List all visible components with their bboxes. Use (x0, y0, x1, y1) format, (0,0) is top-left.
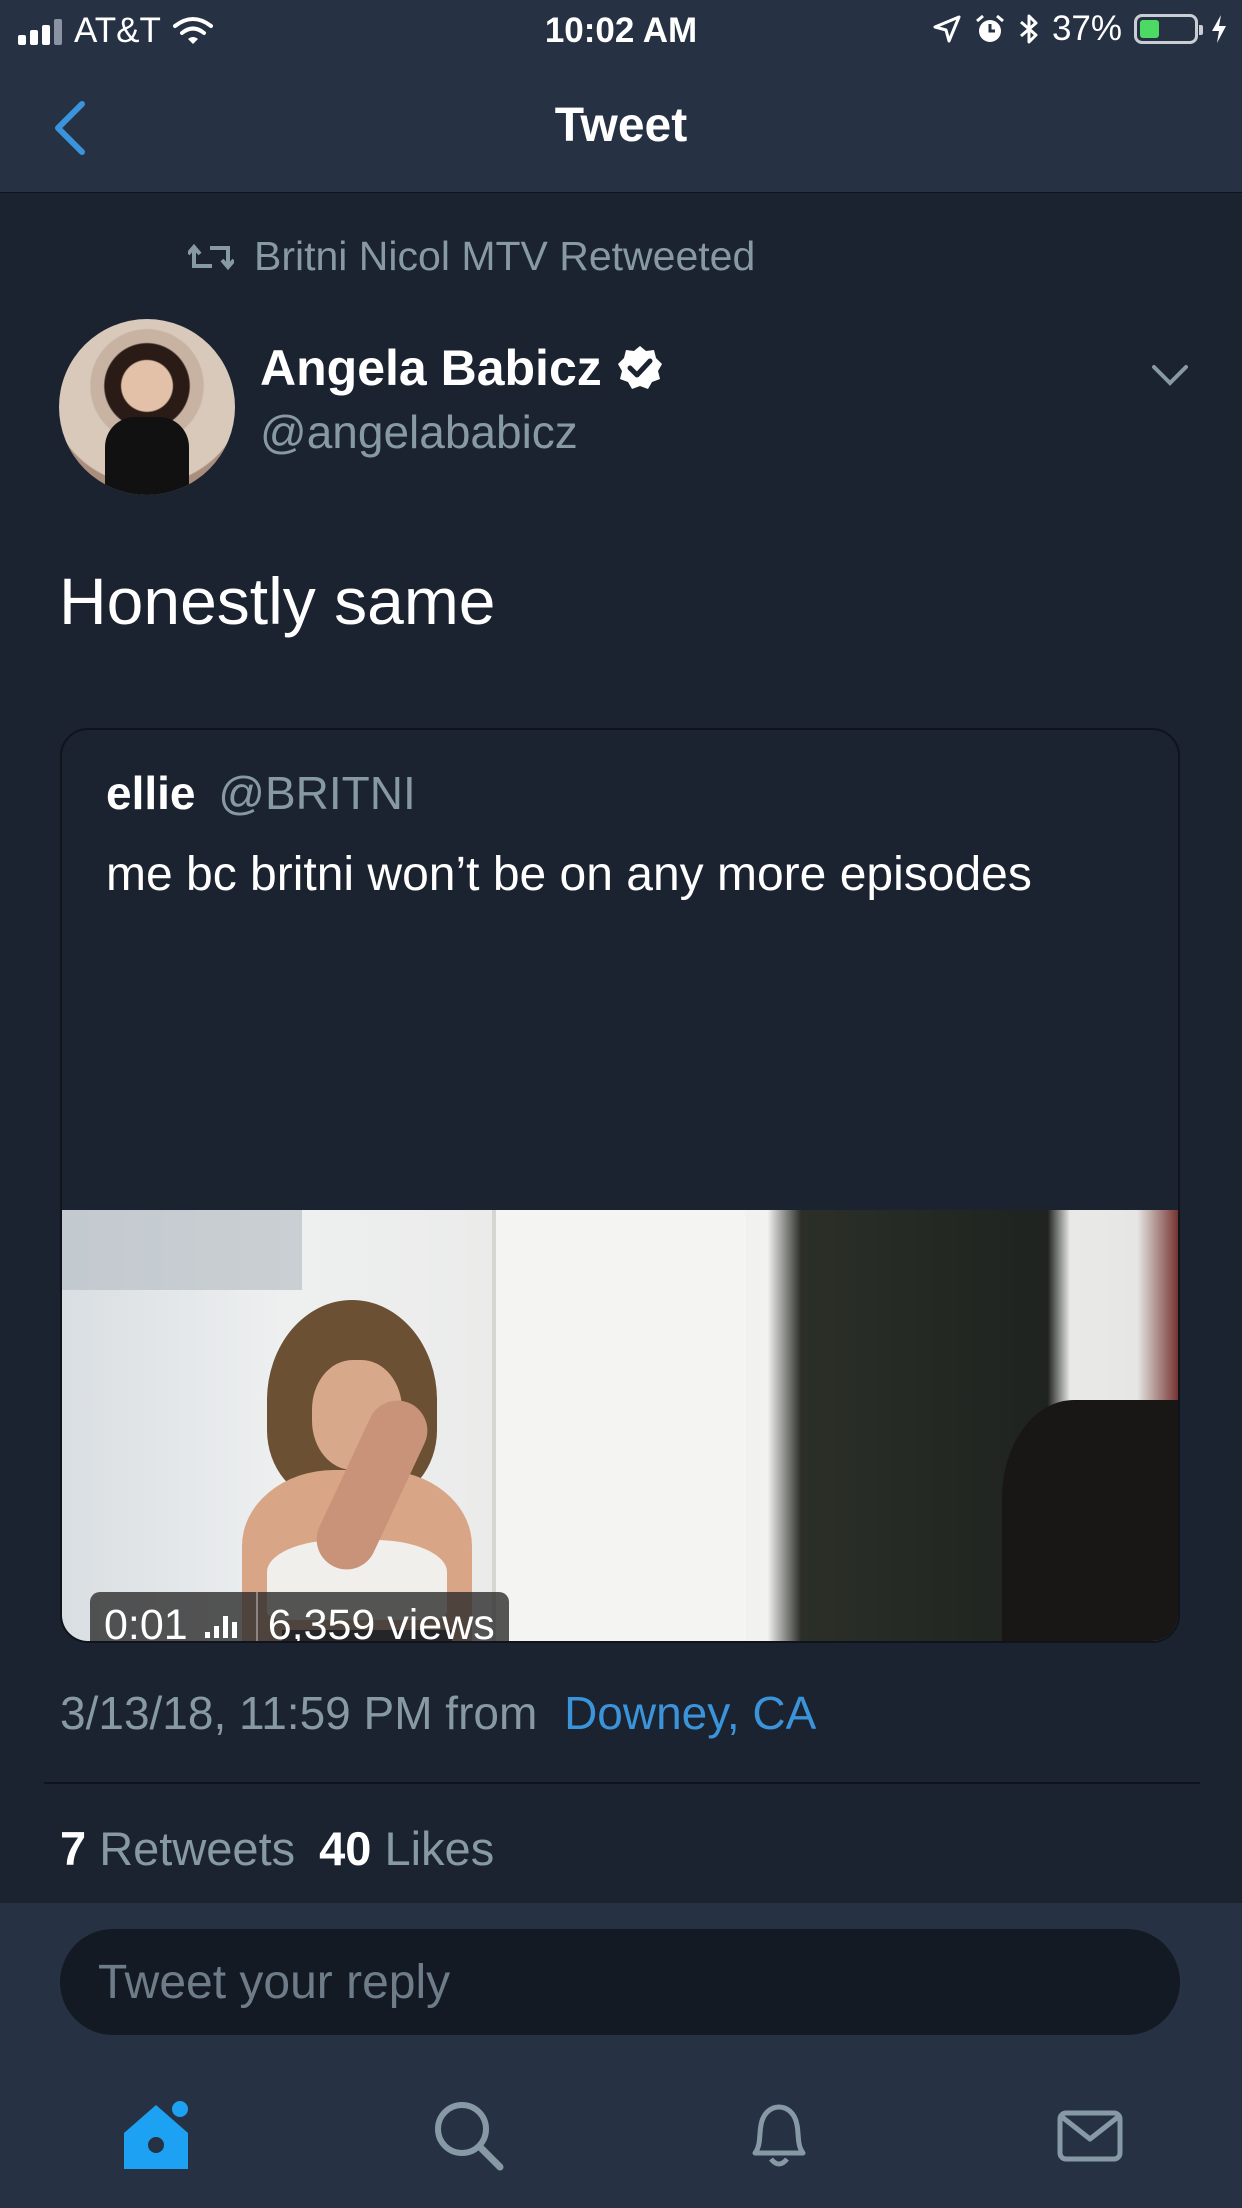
location-icon (933, 15, 961, 43)
retweets-stat[interactable]: 7 Retweets (60, 1822, 295, 1875)
tweet-text: Honestly same (59, 564, 496, 638)
video-info-badge: 0:01 6,359 views (90, 1592, 509, 1643)
retweet-icon (188, 243, 234, 270)
likes-label: Likes (384, 1822, 495, 1875)
video-views: 6,359 views (267, 1600, 495, 1643)
messages-icon (1057, 2110, 1123, 2162)
author-name-label: Angela Babicz (260, 340, 602, 396)
video-player[interactable]: 0:01 6,359 views (62, 1210, 1178, 1643)
tab-search[interactable] (428, 2095, 508, 2175)
verified-icon (617, 346, 662, 389)
search-icon (435, 2102, 504, 2171)
quoted-author-name: ellie (106, 767, 196, 819)
retweets-count: 7 (60, 1822, 87, 1875)
status-bar-right: 37% (932, 9, 1228, 49)
reply-input[interactable] (60, 1929, 1180, 2035)
views-bars-icon (204, 1616, 237, 1638)
video-duration: 0:01 (104, 1600, 188, 1643)
tab-notifications[interactable] (739, 2095, 819, 2175)
battery-level (1140, 20, 1160, 38)
from-label: from (445, 1687, 538, 1739)
quoted-tweet[interactable]: ellie @BRITNI me bc britni won’t be on a… (60, 728, 1180, 1643)
location-link[interactable]: Downey, CA (564, 1687, 816, 1739)
nav-bar: Tweet (0, 62, 1242, 193)
chevron-down-icon[interactable] (1150, 361, 1190, 389)
video-frame-second-person (1002, 1400, 1178, 1641)
likes-count: 40 (319, 1822, 372, 1875)
retweets-label: Retweets (99, 1822, 296, 1875)
retweeted-by-label: Britni Nicol MTV Retweeted (254, 233, 756, 279)
quoted-author: ellie @BRITNI (106, 766, 416, 820)
alarm-icon (975, 14, 1004, 42)
quoted-tweet-text: me bc britni won’t be on any more episod… (106, 848, 1032, 901)
author-handle[interactable]: @angelababicz (260, 405, 578, 459)
quoted-author-handle: @BRITNI (218, 767, 416, 819)
likes-stat[interactable]: 40 Likes (319, 1822, 494, 1875)
divider (44, 1782, 1200, 1784)
tweet-timestamp: 3/13/18, 11:59 PM from Downey, CA (60, 1686, 816, 1740)
notifications-icon (752, 2104, 806, 2167)
tab-messages[interactable] (1050, 2095, 1130, 2175)
avatar[interactable] (59, 319, 235, 495)
charging-icon (1212, 15, 1226, 43)
reply-area (0, 1903, 1242, 2035)
status-bar: AT&T 10:02 AM 37% (0, 0, 1242, 62)
home-icon (124, 2101, 188, 2169)
author-name[interactable]: Angela Babicz (260, 339, 664, 397)
retweeted-by[interactable]: Britni Nicol MTV Retweeted (188, 233, 755, 280)
page-title: Tweet (554, 99, 688, 152)
tweet-stats: 7 Retweets 40 Likes (60, 1821, 494, 1876)
bluetooth-icon (1019, 14, 1038, 44)
tweet-detail: Britni Nicol MTV Retweeted Angela Babicz… (0, 193, 1242, 1903)
tab-bar (0, 2035, 1242, 2208)
battery-percent: 37% (1051, 9, 1122, 48)
battery-icon (1134, 14, 1203, 44)
tab-home[interactable] (116, 2095, 196, 2175)
timestamp-label: 3/13/18, 11:59 PM (60, 1687, 433, 1739)
